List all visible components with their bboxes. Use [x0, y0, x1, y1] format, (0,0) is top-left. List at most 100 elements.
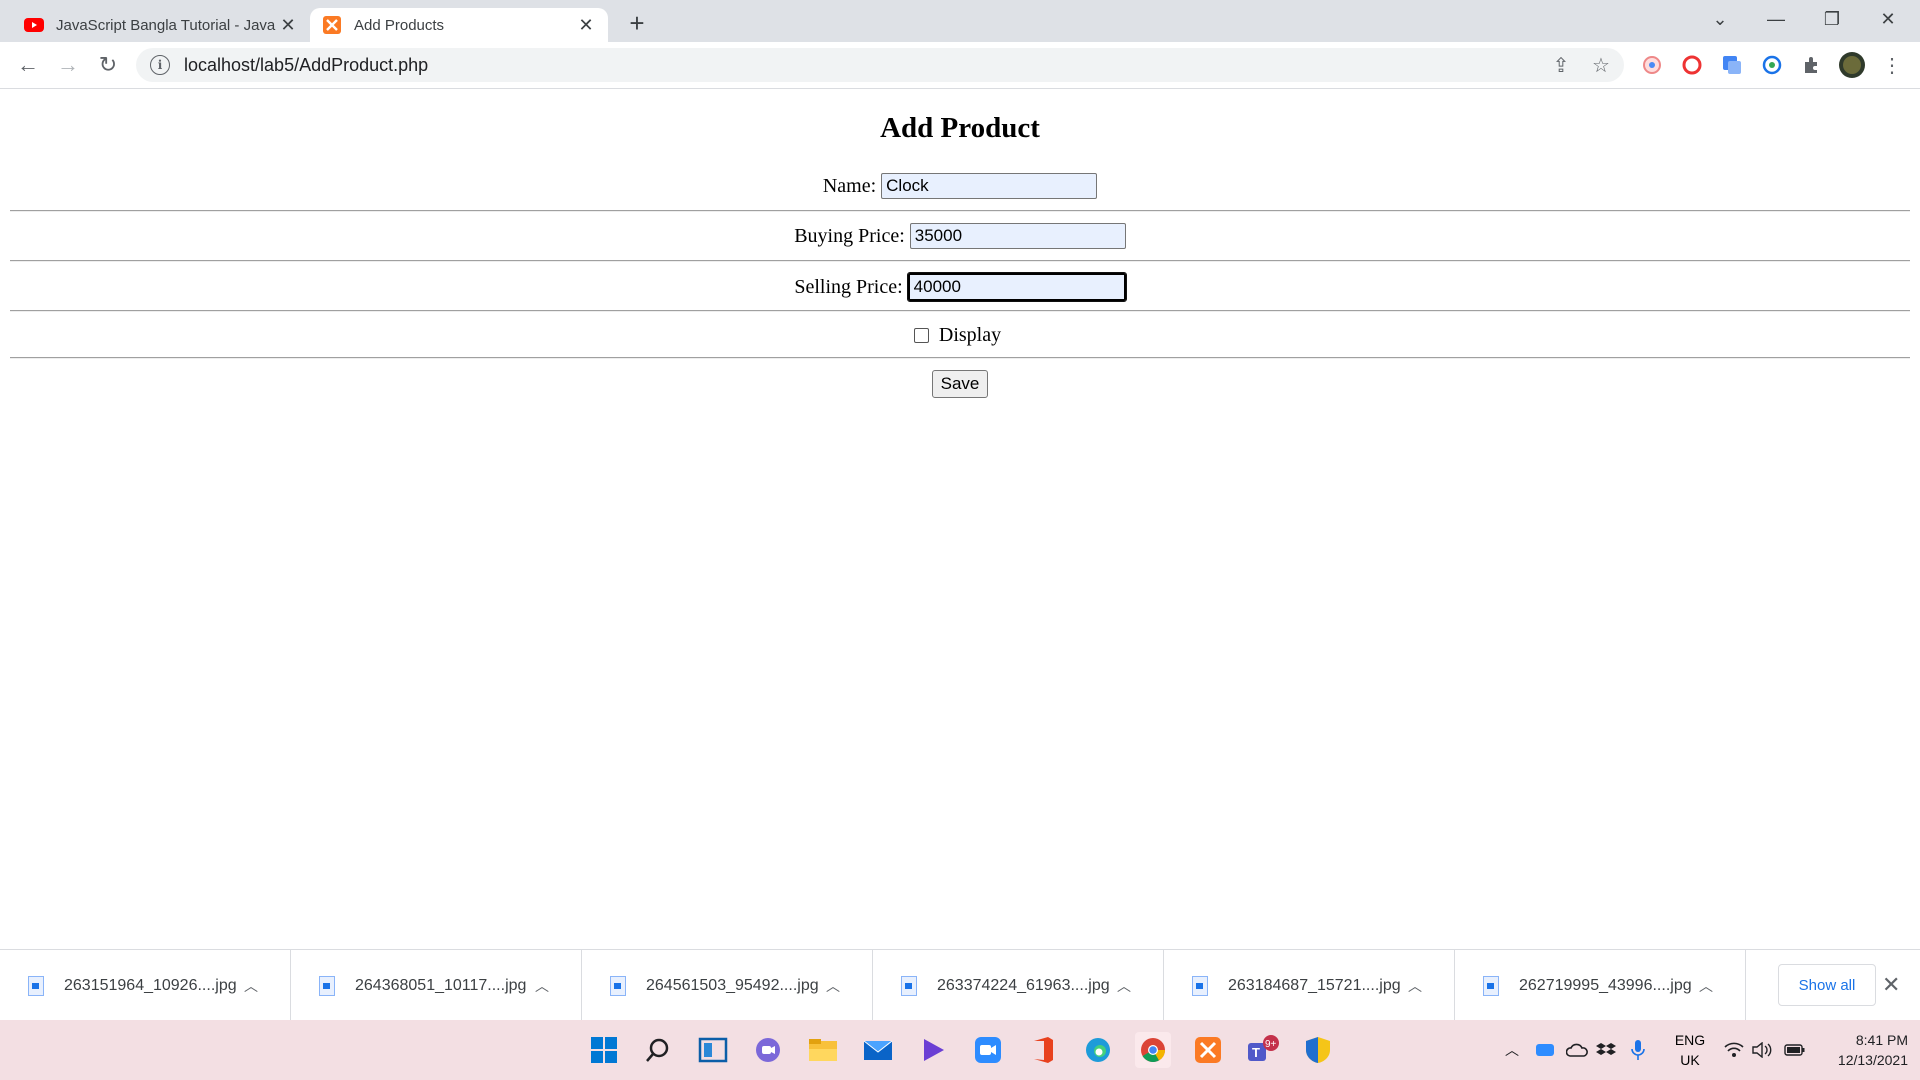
language-code: ENG: [1674, 1032, 1706, 1048]
menu-kebab-icon[interactable]: ⋮: [1879, 52, 1905, 78]
download-item[interactable]: 264368051_10117....jpg ︿: [291, 950, 582, 1021]
image-file-icon: [319, 975, 335, 996]
tab-title: JavaScript Bangla Tutorial - JavaS: [56, 16, 276, 34]
teams-icon[interactable]: T 9+: [1245, 1032, 1281, 1068]
security-shield-icon[interactable]: [1300, 1032, 1336, 1068]
download-item[interactable]: 263374224_61963....jpg ︿: [873, 950, 1164, 1021]
windows-start-icon[interactable]: [586, 1032, 622, 1068]
close-icon[interactable]: ✕: [276, 13, 300, 37]
chevron-up-icon[interactable]: ︿: [1699, 976, 1713, 996]
save-button[interactable]: Save: [931, 370, 989, 398]
download-filename: 263151964_10926....jpg: [64, 976, 237, 994]
task-view-icon[interactable]: [695, 1032, 731, 1068]
browser-toolbar: ← → ↻ i localhost/lab5/AddProduct.php ⇪ …: [0, 42, 1920, 89]
page-content: Add Product Name: Buying Price: Selling …: [0, 89, 1920, 949]
page-title: Add Product: [880, 112, 1040, 144]
tab-search-icon[interactable]: ⌄: [1692, 0, 1748, 38]
chevron-up-icon[interactable]: ︿: [826, 976, 840, 996]
language-indicator[interactable]: ENG UK: [1672, 1030, 1708, 1070]
display-checkbox[interactable]: [913, 328, 929, 343]
close-icon[interactable]: ✕: [1882, 972, 1900, 998]
mail-icon[interactable]: [860, 1032, 896, 1068]
language-region: UK: [1680, 1052, 1700, 1068]
puzzle-extensions-icon[interactable]: [1799, 52, 1825, 78]
name-label: Name:: [822, 174, 877, 197]
download-item[interactable]: 263184687_15721....jpg ︿: [1164, 950, 1455, 1021]
divider: [10, 357, 1910, 359]
search-icon[interactable]: [640, 1032, 676, 1068]
image-file-icon: [610, 975, 626, 996]
translate-icon[interactable]: [1719, 52, 1745, 78]
onedrive-icon[interactable]: [1566, 1020, 1588, 1080]
youtube-icon: [24, 15, 44, 35]
volume-icon[interactable]: [1752, 1020, 1774, 1080]
clock-date: 12/13/2021: [1837, 1052, 1908, 1068]
tab-youtube[interactable]: JavaScript Bangla Tutorial - JavaS ✕: [12, 8, 310, 42]
battery-icon[interactable]: [1784, 1020, 1806, 1080]
svg-text:T: T: [1252, 1045, 1260, 1060]
edge-icon[interactable]: [1080, 1032, 1116, 1068]
media-player-icon[interactable]: [915, 1032, 951, 1068]
microphone-icon[interactable]: [1630, 1020, 1646, 1080]
divider: [10, 310, 1910, 312]
close-window-button[interactable]: ✕: [1860, 0, 1916, 38]
restore-button[interactable]: ❐: [1804, 0, 1860, 38]
minimize-button[interactable]: —: [1748, 0, 1804, 38]
download-item[interactable]: 264561503_95492....jpg ︿: [582, 950, 873, 1021]
selling-price-row: Selling Price:: [0, 272, 1920, 302]
extension-icon[interactable]: [1639, 52, 1665, 78]
name-input[interactable]: [881, 173, 1098, 199]
teams-badge: 9+: [1265, 1039, 1277, 1050]
download-filename: 264368051_10117....jpg: [355, 976, 527, 994]
tab-add-products[interactable]: Add Products ✕: [310, 8, 608, 42]
display-row: Display: [0, 324, 1920, 347]
chevron-up-icon[interactable]: ︿: [535, 976, 549, 996]
downloads-bar: 263151964_10926....jpg ︿ 264368051_10117…: [0, 949, 1920, 1021]
chevron-up-icon[interactable]: ︿: [244, 976, 258, 996]
back-button[interactable]: ←: [12, 49, 44, 81]
forward-button[interactable]: →: [52, 49, 84, 81]
image-file-icon: [28, 975, 44, 996]
system-clock[interactable]: 8:41 PM 12/13/2021: [1818, 1030, 1908, 1070]
dropbox-icon[interactable]: [1596, 1020, 1616, 1080]
download-item[interactable]: 262719995_43996....jpg ︿: [1455, 950, 1746, 1021]
image-file-icon: [901, 975, 917, 996]
grammarly-icon[interactable]: [1679, 52, 1705, 78]
share-icon[interactable]: ⇪: [1546, 50, 1576, 80]
tab-title: Add Products: [354, 16, 445, 34]
show-all-button[interactable]: Show all: [1778, 964, 1876, 1006]
xampp-taskbar-icon[interactable]: [1190, 1032, 1226, 1068]
zoom-icon[interactable]: [970, 1032, 1006, 1068]
office-icon[interactable]: [1025, 1032, 1061, 1068]
buying-price-label: Buying Price:: [794, 224, 905, 247]
file-explorer-icon[interactable]: [805, 1032, 841, 1068]
download-filename: 263184687_15721....jpg: [1228, 976, 1401, 994]
profile-avatar[interactable]: [1839, 52, 1865, 78]
chat-icon[interactable]: [750, 1032, 786, 1068]
download-filename: 264561503_95492....jpg: [646, 976, 819, 994]
zoom-tray-icon[interactable]: [1535, 1020, 1555, 1080]
buying-price-input[interactable]: [909, 223, 1126, 249]
clock-time: 8:41 PM: [1855, 1032, 1908, 1048]
download-filename: 262719995_43996....jpg: [1519, 976, 1692, 994]
wifi-icon[interactable]: [1724, 1020, 1744, 1080]
save-row: Save: [0, 370, 1920, 398]
selling-price-input[interactable]: [906, 272, 1127, 302]
divider: [10, 210, 1910, 212]
url-text: localhost/lab5/AddProduct.php: [184, 54, 429, 75]
site-info-icon[interactable]: i: [150, 55, 170, 75]
chevron-up-icon[interactable]: ︿: [1505, 1020, 1519, 1080]
close-icon[interactable]: ✕: [574, 13, 598, 37]
bookmark-star-icon[interactable]: ☆: [1586, 50, 1616, 80]
reload-button[interactable]: ↻: [92, 49, 124, 81]
sync-extension-icon[interactable]: [1759, 52, 1785, 78]
image-file-icon: [1483, 975, 1499, 996]
chevron-up-icon[interactable]: ︿: [1408, 976, 1422, 996]
display-label: Display: [938, 324, 1002, 346]
download-item[interactable]: 263151964_10926....jpg ︿: [0, 950, 291, 1021]
new-tab-button[interactable]: +: [622, 8, 652, 38]
chrome-icon[interactable]: [1135, 1032, 1171, 1068]
chevron-up-icon[interactable]: ︿: [1117, 976, 1131, 996]
address-bar[interactable]: i localhost/lab5/AddProduct.php: [136, 48, 1624, 82]
divider: [10, 260, 1910, 262]
